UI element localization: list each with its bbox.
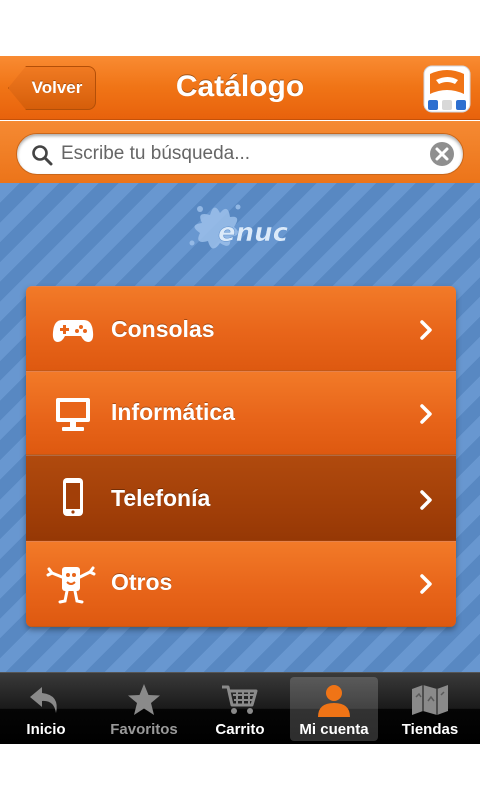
bottom-area (0, 744, 480, 800)
menu-item-label: Telefonía (111, 485, 211, 511)
phone-icon (63, 478, 83, 516)
chevron-right-icon (420, 320, 432, 340)
watermark-text: enuc (218, 218, 289, 248)
navigation-bar: Volver Catálogo (0, 56, 480, 120)
search-field[interactable] (16, 133, 464, 175)
category-menu: Consolas Informática Telefonía Otros (26, 286, 456, 627)
brand-logo-icon[interactable] (422, 64, 472, 114)
back-arrow-icon (30, 687, 57, 713)
menu-item-label: Informática (111, 399, 235, 425)
tab-label: Carrito (215, 721, 265, 738)
search-icon (32, 145, 53, 166)
menu-item-telefonia[interactable]: Telefonía (26, 455, 456, 541)
user-icon (318, 685, 350, 717)
search-input[interactable] (61, 134, 421, 174)
tab-carrito[interactable]: Carrito (196, 677, 284, 741)
star-icon (128, 684, 160, 715)
menu-item-label: Otros (111, 569, 173, 595)
gamepad-icon (52, 320, 94, 342)
chevron-right-icon (420, 404, 432, 424)
monitor-icon (56, 398, 90, 431)
mascot-icon (46, 566, 96, 604)
menu-item-otros[interactable]: Otros (26, 541, 456, 627)
tab-label: Tiendas (401, 721, 459, 738)
search-bar (0, 121, 480, 183)
clear-icon[interactable] (429, 141, 455, 167)
menu-item-label: Consolas (111, 316, 215, 342)
menu-item-consolas[interactable]: Consolas (26, 286, 456, 371)
cart-icon (222, 685, 258, 714)
tab-label: Inicio (26, 721, 66, 738)
menu-item-informatica[interactable]: Informática (26, 371, 456, 455)
tab-inicio[interactable]: Inicio (2, 677, 90, 741)
tab-mi-cuenta[interactable]: Mi cuenta (290, 677, 378, 741)
tab-tiendas[interactable]: Tiendas (386, 677, 474, 741)
tab-bar: Inicio Favoritos Carrito Mi cuenta Tiend… (0, 672, 480, 744)
chevron-right-icon (420, 574, 432, 594)
page-title: Catálogo (175, 70, 305, 103)
enuc-watermark-logo: enuc (189, 204, 289, 249)
catalog-content: enuc Consolas Informática Telefonía Otro… (0, 183, 480, 672)
tab-label: Favoritos (110, 721, 178, 738)
chevron-right-icon (420, 490, 432, 510)
tab-label: Mi cuenta (299, 721, 369, 738)
tab-favoritos[interactable]: Favoritos (100, 677, 188, 741)
status-bar-area (0, 0, 480, 56)
map-icon (412, 685, 448, 715)
